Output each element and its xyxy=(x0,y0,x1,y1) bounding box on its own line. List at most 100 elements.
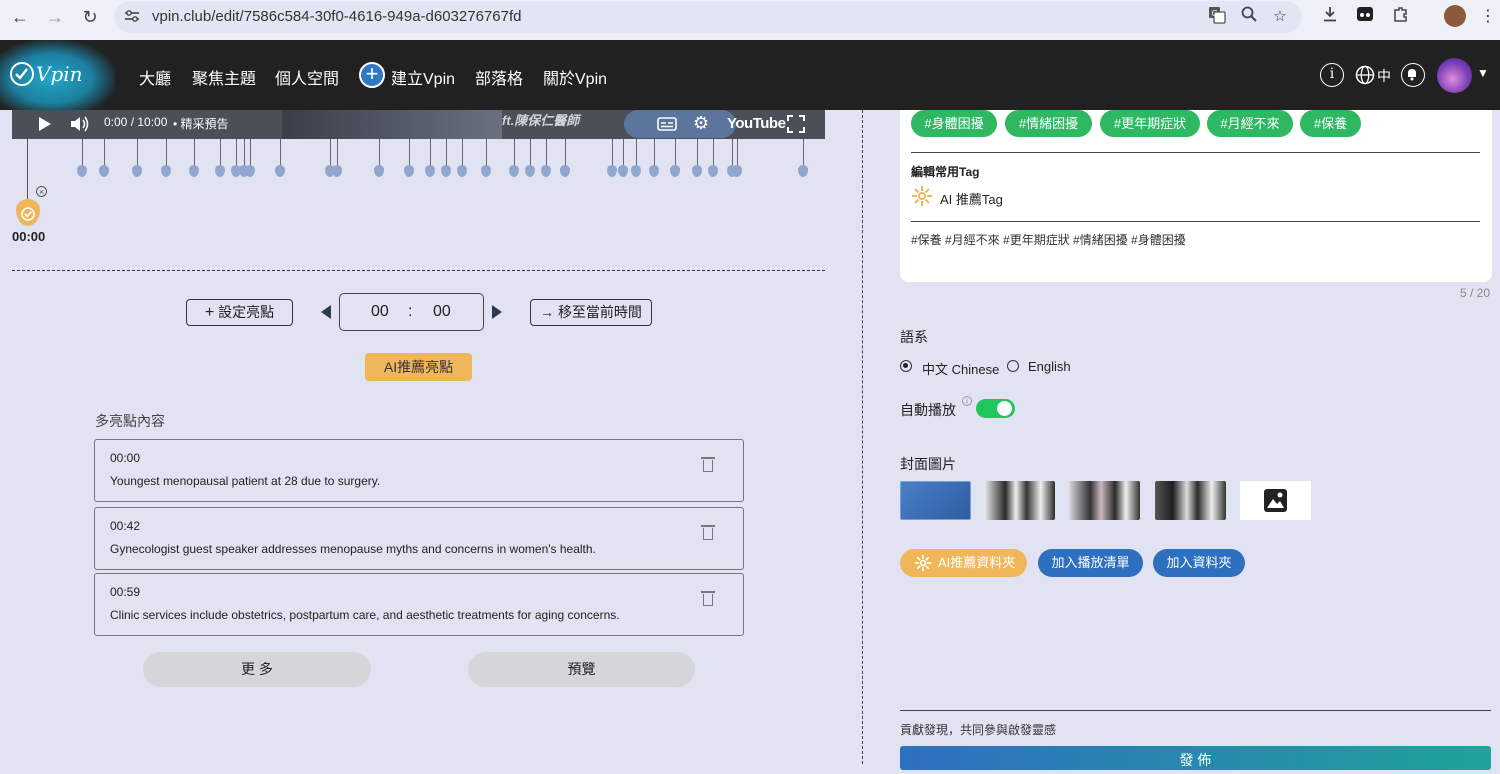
tag-chip[interactable]: #更年期症狀 xyxy=(1100,110,1200,137)
highlight-timeline[interactable] xyxy=(0,139,840,184)
tag-chip[interactable]: #保養 xyxy=(1300,110,1361,137)
highlight-pin[interactable] xyxy=(618,165,628,177)
ai-tag-recommend[interactable]: AI 推薦Tag xyxy=(940,189,1003,208)
more-button[interactable]: 更 多 xyxy=(143,652,371,687)
cover-thumbnail[interactable] xyxy=(1155,481,1226,520)
extensions-puzzle-icon[interactable] xyxy=(1390,6,1412,28)
nav-topics[interactable]: 聚焦主題 xyxy=(192,65,256,89)
trash-icon[interactable] xyxy=(701,591,715,606)
highlight-pin[interactable] xyxy=(275,165,285,177)
avatar-dropdown-icon[interactable]: ▼ xyxy=(1477,66,1489,80)
move-to-current-button[interactable]: → 移至當前時間 xyxy=(530,299,652,326)
highlight-pin[interactable] xyxy=(732,165,742,177)
download-icon[interactable] xyxy=(1319,6,1341,28)
set-highlight-button[interactable]: + 設定亮點 xyxy=(186,299,293,326)
user-avatar[interactable] xyxy=(1437,58,1472,93)
highlight-card[interactable]: 00:00 Youngest menopausal patient at 28 … xyxy=(94,439,744,502)
highlight-pin[interactable] xyxy=(509,165,519,177)
tag-text-input[interactable]: #保養 #月經不來 #更年期症狀 #情緒困擾 #身體困擾 xyxy=(911,231,1186,248)
current-marker-icon[interactable] xyxy=(16,199,40,226)
cover-thumbnail[interactable] xyxy=(984,481,1055,520)
create-plus-icon[interactable]: + xyxy=(359,62,385,88)
trash-icon[interactable] xyxy=(701,525,715,540)
extension-app-icon[interactable] xyxy=(1354,6,1376,28)
prev-time-icon[interactable] xyxy=(320,304,332,325)
info-icon[interactable]: i xyxy=(1320,63,1344,87)
logo-text[interactable]: Vpin xyxy=(36,62,83,86)
highlight-pin[interactable] xyxy=(798,165,808,177)
bell-icon[interactable] xyxy=(1401,63,1425,87)
back-icon[interactable]: ← xyxy=(8,0,32,34)
nav-lobby[interactable]: 大廳 xyxy=(139,65,171,89)
fullscreen-icon[interactable] xyxy=(787,115,805,138)
highlight-pin[interactable] xyxy=(99,165,109,177)
highlight-pin[interactable] xyxy=(77,165,87,177)
publish-button[interactable]: 發 佈 xyxy=(900,746,1491,770)
browser-menu-icon[interactable]: ⋮ xyxy=(1477,6,1499,28)
highlight-card[interactable]: 00:59 Clinic services include obstetrics… xyxy=(94,573,744,636)
tag-chip[interactable]: #身體困擾 xyxy=(911,110,997,137)
volume-icon[interactable] xyxy=(70,115,90,138)
highlight-pin[interactable] xyxy=(457,165,467,177)
highlight-pin[interactable] xyxy=(481,165,491,177)
highlight-pin[interactable] xyxy=(441,165,451,177)
ai-recommend-highlight-button[interactable]: AI推薦亮點 xyxy=(365,353,472,381)
tag-chip[interactable]: #情緒困擾 xyxy=(1005,110,1092,137)
highlight-pin[interactable] xyxy=(670,165,680,177)
radio-english-label[interactable]: English xyxy=(1028,359,1071,374)
add-to-playlist-button[interactable]: 加入播放清單 xyxy=(1038,549,1143,577)
remove-marker-icon[interactable]: × xyxy=(36,186,47,197)
highlight-pin[interactable] xyxy=(374,165,384,177)
highlight-pin[interactable] xyxy=(649,165,659,177)
add-to-folder-button[interactable]: 加入資料夾 xyxy=(1153,549,1245,577)
site-settings-icon[interactable] xyxy=(124,9,140,23)
highlight-pin[interactable] xyxy=(215,165,225,177)
highlight-pin[interactable] xyxy=(132,165,142,177)
cover-thumbnail[interactable] xyxy=(900,481,971,520)
time-input[interactable]: 00 : 00 xyxy=(339,293,484,331)
highlight-pin[interactable] xyxy=(692,165,702,177)
highlight-pin[interactable] xyxy=(245,165,255,177)
time-input-minutes[interactable]: 00 xyxy=(371,303,389,321)
highlight-pin[interactable] xyxy=(541,165,551,177)
autoplay-info-icon[interactable]: i xyxy=(962,396,972,406)
highlight-pin[interactable] xyxy=(404,165,414,177)
play-icon[interactable] xyxy=(38,116,52,137)
highlight-pin[interactable] xyxy=(189,165,199,177)
highlight-pin[interactable] xyxy=(332,165,342,177)
highlight-card[interactable]: 00:42 Gynecologist guest speaker address… xyxy=(94,507,744,570)
globe-icon[interactable] xyxy=(1355,65,1375,90)
tag-chip[interactable]: #月經不來 xyxy=(1207,110,1293,137)
ai-recommend-folder-button[interactable]: AI推薦資料夾 xyxy=(900,549,1027,577)
bookmark-star-icon[interactable]: ☆ xyxy=(1269,6,1291,28)
reload-icon[interactable]: ↻ xyxy=(78,0,102,34)
video-player[interactable]: ft.陳保仁醫師 0:00 / 10:00 • 精采預告 ⚙ YouTube xyxy=(12,110,825,139)
trash-icon[interactable] xyxy=(701,457,715,472)
nav-personal-space[interactable]: 個人空間 xyxy=(275,65,339,89)
highlight-pin[interactable] xyxy=(631,165,641,177)
youtube-logo[interactable]: YouTube xyxy=(727,115,786,132)
cover-thumbnail[interactable] xyxy=(1069,481,1140,520)
nav-blog[interactable]: 部落格 xyxy=(475,65,523,89)
profile-avatar[interactable] xyxy=(1444,5,1466,27)
radio-chinese-label[interactable]: 中文 Chinese xyxy=(922,359,999,378)
nav-about[interactable]: 關於Vpin xyxy=(543,65,607,89)
nav-create-vpin[interactable]: 建立Vpin xyxy=(391,65,455,89)
translate-icon[interactable]: G xyxy=(1206,6,1228,28)
highlight-pin[interactable] xyxy=(161,165,171,177)
radio-english[interactable] xyxy=(1007,360,1019,372)
language-switch[interactable]: 中 xyxy=(1377,66,1391,86)
next-time-icon[interactable] xyxy=(491,304,503,325)
captions-icon[interactable] xyxy=(657,117,677,136)
upload-image-button[interactable] xyxy=(1240,481,1311,520)
highlight-pin[interactable] xyxy=(607,165,617,177)
time-input-seconds[interactable]: 00 xyxy=(433,303,451,321)
highlight-pin[interactable] xyxy=(425,165,435,177)
highlight-pin[interactable] xyxy=(708,165,718,177)
forward-icon[interactable]: → xyxy=(43,0,67,34)
preview-button[interactable]: 預覽 xyxy=(468,652,695,687)
zoom-icon[interactable] xyxy=(1238,6,1260,28)
highlight-pin[interactable] xyxy=(560,165,570,177)
settings-gear-icon[interactable]: ⚙ xyxy=(693,113,709,134)
highlight-pin[interactable] xyxy=(525,165,535,177)
